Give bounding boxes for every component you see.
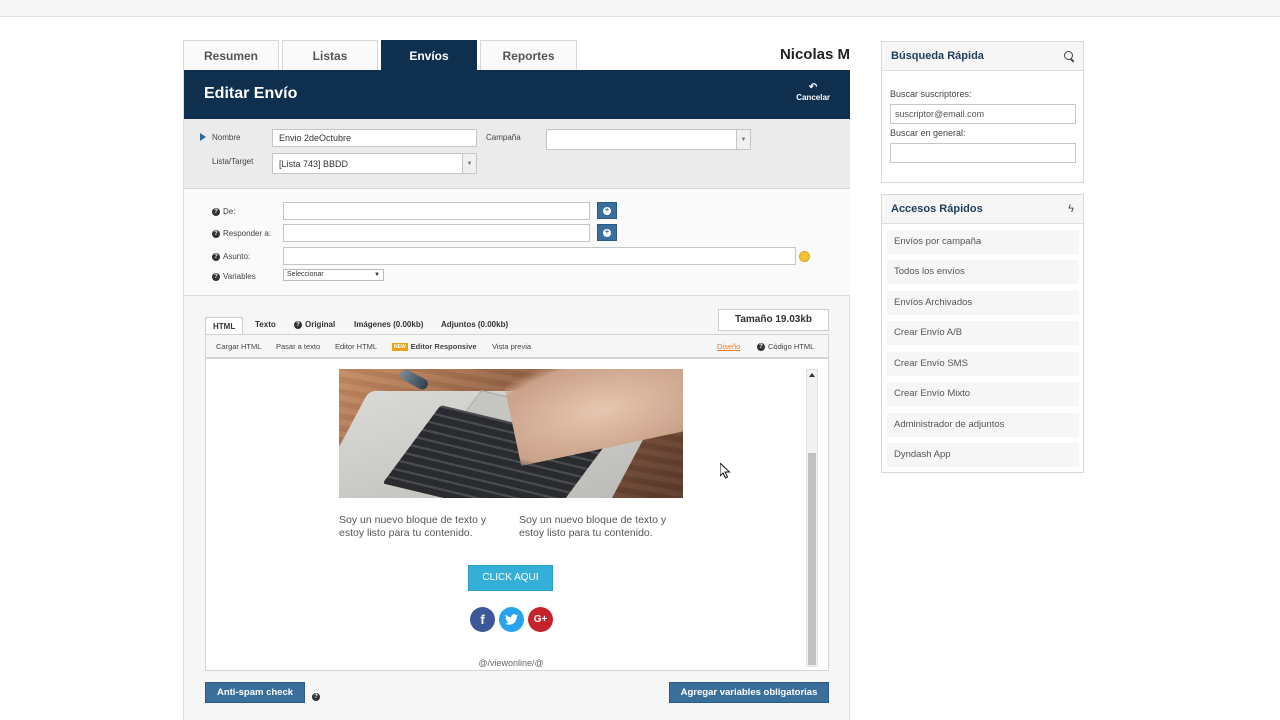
buscar-suscriptores-label: Buscar suscriptores:: [890, 89, 972, 99]
plus-icon: +: [603, 206, 611, 215]
editor-responsive-button[interactable]: NEW Editor Responsive: [392, 342, 477, 352]
lista-value: [Lista 743] BBDD: [279, 158, 349, 169]
page-title: Editar Envío: [204, 85, 298, 102]
help-icon[interactable]: ?: [212, 272, 220, 281]
text-block[interactable]: Soy un nuevo bloque de texto y estoy lis…: [339, 514, 509, 540]
buscar-general-input[interactable]: [890, 143, 1076, 163]
responder-input[interactable]: [283, 224, 590, 242]
user-name: Nicolas M: [779, 46, 850, 63]
new-badge: NEW: [392, 343, 408, 352]
tab-listas[interactable]: Listas: [282, 40, 378, 70]
chevron-down-icon: ▼: [736, 130, 750, 149]
pasar-texto-button[interactable]: Pasar a texto: [276, 342, 320, 351]
lightning-icon: ϟ: [1068, 203, 1074, 215]
busqueda-header: Búsqueda Rápida: [882, 42, 1083, 71]
tab-reportes[interactable]: Reportes: [480, 40, 577, 70]
de-add-button[interactable]: +: [597, 202, 617, 219]
search-icon[interactable]: [1064, 51, 1074, 61]
quick-link-crear-ab[interactable]: Crear Envío A/B: [887, 321, 1079, 345]
quick-link-crear-sms[interactable]: Crear Envío SMS: [887, 352, 1079, 376]
responder-label: ? Responder a:: [212, 229, 271, 238]
quick-link-crear-mixto[interactable]: Crear Envío Mixto: [887, 382, 1079, 406]
quick-link-adjuntos[interactable]: Administrador de adjuntos: [887, 413, 1079, 437]
nombre-label: Nombre: [212, 133, 241, 142]
help-icon[interactable]: ?: [212, 229, 220, 238]
undo-icon: ↶: [808, 82, 818, 93]
editor-toolbar: Cargar HTML Pasar a texto Editor HTML NE…: [205, 334, 829, 358]
asunto-input[interactable]: [283, 247, 796, 265]
buscar-general-label: Buscar en general:: [890, 128, 966, 138]
editor-html-button[interactable]: Editor HTML: [335, 342, 377, 351]
buscar-suscriptores-input[interactable]: suscriptor@email.com: [890, 104, 1076, 124]
de-input[interactable]: [283, 202, 590, 220]
help-icon: ?: [294, 320, 302, 329]
accesos-card: Accesos Rápidos ϟ Envíos por campaña Tod…: [881, 194, 1084, 473]
accesos-title: Accesos Rápidos: [891, 203, 983, 215]
campana-label: Campaña: [486, 133, 521, 142]
de-label: ? De:: [212, 207, 235, 216]
codigo-html-button[interactable]: ? Código HTML: [757, 342, 814, 352]
quick-link-envios-campana[interactable]: Envíos por campaña: [887, 230, 1079, 254]
help-icon[interactable]: ?: [212, 207, 220, 216]
lista-label: Lista/Target: [212, 157, 254, 166]
content-tab-original[interactable]: ? Original: [294, 320, 335, 329]
antispam-button[interactable]: Anti-spam check: [205, 682, 305, 703]
antispam-help-icon[interactable]: ?: [312, 688, 323, 706]
cta-button[interactable]: CLICK AQUI: [468, 565, 553, 591]
variables-value: Seleccionar: [287, 271, 324, 278]
diseno-link[interactable]: Diseño: [717, 342, 740, 351]
responder-add-button[interactable]: +: [597, 224, 617, 241]
basic-info-section: Nombre Envio 2deOctubre Campaña ▼ Lista/…: [184, 119, 850, 189]
sender-section: ? De: + ? Responder a: + ? Asunto: ? Variabl…: [184, 189, 850, 296]
cancel-button[interactable]: ↶ Cancelar: [796, 82, 830, 103]
accesos-header: Accesos Rápidos ϟ: [882, 195, 1083, 224]
twitter-icon[interactable]: [499, 607, 524, 632]
content-tab-texto[interactable]: Texto: [255, 320, 276, 329]
tab-resumen[interactable]: Resumen: [183, 40, 279, 70]
editor-header: Editar Envío ↶ Cancelar: [184, 70, 850, 119]
viewonline-footer: @/viewonline/@: [478, 658, 544, 668]
tab-envios[interactable]: Envíos: [381, 40, 477, 70]
help-icon: ?: [757, 343, 765, 352]
preview-scrollbar[interactable]: [806, 369, 818, 667]
variables-select[interactable]: Seleccionar ▼: [283, 269, 384, 281]
vista-previa-button[interactable]: Vista previa: [492, 342, 531, 351]
scroll-up-icon[interactable]: [809, 373, 815, 377]
facebook-icon[interactable]: f: [470, 607, 495, 632]
quick-link-todos-envios[interactable]: Todos los envíos: [887, 260, 1079, 284]
help-icon[interactable]: ?: [212, 252, 220, 261]
busqueda-title: Búsqueda Rápida: [891, 50, 984, 62]
caret-down-icon: ▼: [374, 272, 380, 278]
google-plus-icon[interactable]: G+: [528, 607, 553, 632]
plus-icon: +: [603, 228, 611, 237]
quick-link-envios-archivados[interactable]: Envíos Archivados: [887, 291, 1079, 315]
cargar-html-button[interactable]: Cargar HTML: [216, 342, 261, 351]
content-tab-imagenes[interactable]: Imágenes (0.00kb): [354, 320, 423, 329]
busqueda-card: Búsqueda Rápida Buscar suscriptores: sus…: [881, 41, 1084, 183]
size-indicator: Tamaño 19.03kb: [718, 309, 829, 331]
nombre-input[interactable]: Envio 2deOctubre: [272, 129, 477, 147]
lista-select[interactable]: [Lista 743] BBDD ▼: [272, 153, 477, 174]
campana-select[interactable]: ▼: [546, 129, 751, 150]
top-strip: [0, 0, 1280, 17]
asunto-label: ? Asunto:: [212, 252, 250, 261]
email-preview[interactable]: Soy un nuevo bloque de texto y estoy lis…: [205, 358, 829, 671]
scroll-thumb[interactable]: [808, 453, 816, 665]
text-block[interactable]: Soy un nuevo bloque de texto y estoy lis…: [519, 514, 689, 540]
content-tab-adjuntos[interactable]: Adjuntos (0.00kb): [441, 320, 508, 329]
editor-panel: Editar Envío ↶ Cancelar Nombre Envio 2de…: [183, 70, 850, 720]
play-icon: [200, 133, 206, 141]
quick-link-dyndash[interactable]: Dyndash App: [887, 443, 1079, 467]
variables-label: ? Variables: [212, 272, 256, 281]
cancel-label: Cancelar: [796, 93, 830, 102]
hero-image[interactable]: [339, 369, 683, 498]
chevron-down-icon: ▼: [462, 154, 476, 173]
agregar-variables-button[interactable]: Agregar variables obligatorias: [669, 682, 829, 703]
emoji-icon[interactable]: [799, 251, 810, 262]
